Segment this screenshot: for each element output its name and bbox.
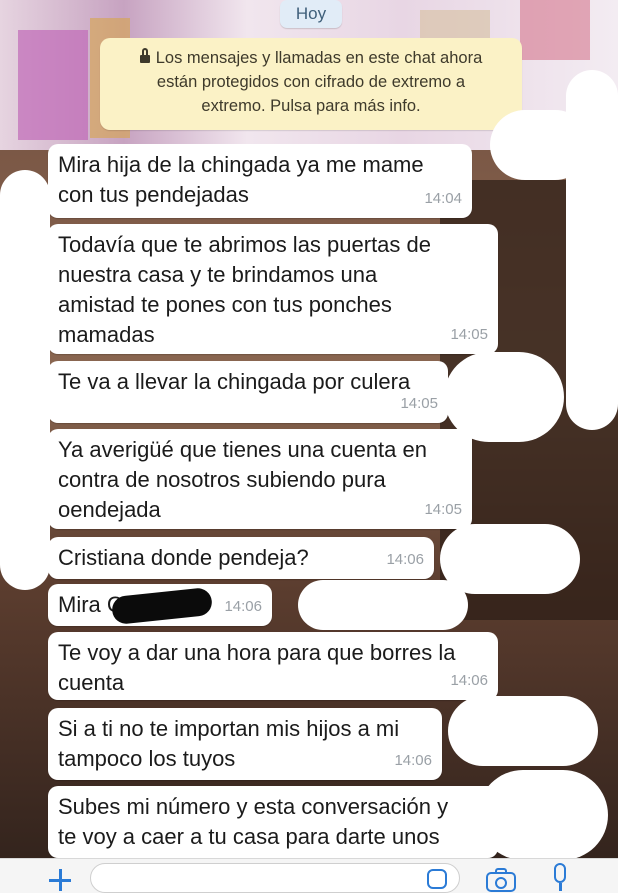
encryption-notice[interactable]: Los mensajes y llamadas en este chat aho…: [100, 38, 522, 130]
message-text: Mira hija de la chingada ya me mame con …: [58, 152, 424, 207]
message-bubble[interactable]: Si a ti no te importan mis hijos a mi ta…: [48, 708, 442, 780]
message-text: Subes mi número y esta conversación y te…: [58, 794, 449, 849]
message-time: 14:06: [224, 598, 262, 615]
compose-bar: [0, 858, 618, 893]
message-input[interactable]: [90, 863, 460, 893]
message-text: Te voy a dar una hora para que borres la…: [58, 640, 456, 695]
redaction-mark: [478, 770, 608, 860]
lock-icon: [139, 48, 150, 64]
message-time: 14:05: [424, 501, 462, 518]
message-time: 14:06: [450, 672, 488, 689]
message-time: 14:05: [450, 326, 488, 343]
message-text: Todavía que te abrimos las puertas de nu…: [58, 232, 432, 347]
message-time: 14:04: [424, 190, 462, 207]
encryption-notice-text: Los mensajes y llamadas en este chat aho…: [155, 49, 483, 115]
message-bubble[interactable]: Mira hija de la chingada ya me mame con …: [48, 144, 472, 218]
camera-icon[interactable]: [486, 867, 516, 892]
redaction-mark: [490, 110, 590, 180]
plus-icon[interactable]: [48, 867, 72, 891]
message-time: 14:06: [394, 752, 432, 769]
message-text: Te va a llevar la chingada por culera: [58, 369, 411, 394]
date-chip: Hoy: [280, 0, 342, 28]
redaction-mark: [0, 170, 50, 590]
redaction-mark: [440, 524, 580, 594]
message-bubble[interactable]: Todavía que te abrimos las puertas de nu…: [48, 224, 498, 354]
message-bubble[interactable]: Te va a llevar la chingada por culera 14…: [48, 361, 448, 423]
message-bubble[interactable]: Cristiana donde pendeja? 14:06: [48, 537, 434, 579]
redaction-mark: [448, 696, 598, 766]
message-time: 14:05: [400, 395, 438, 412]
message-bubble[interactable]: Subes mi número y esta conversación y te…: [48, 786, 498, 858]
message-text: Ya averigüé que tienes una cuenta en con…: [58, 437, 427, 522]
redaction-mark: [444, 352, 564, 442]
message-bubble[interactable]: Te voy a dar una hora para que borres la…: [48, 632, 498, 700]
redaction-mark: [298, 580, 468, 630]
mic-icon[interactable]: [550, 863, 570, 893]
message-text: Cristiana donde pendeja?: [58, 545, 309, 570]
message-text: Si a ti no te importan mis hijos a mi ta…: [58, 716, 400, 771]
sticker-icon[interactable]: [427, 869, 447, 889]
message-bubble[interactable]: Ya averigüé que tienes una cuenta en con…: [48, 429, 472, 529]
message-time: 14:06: [386, 551, 424, 568]
